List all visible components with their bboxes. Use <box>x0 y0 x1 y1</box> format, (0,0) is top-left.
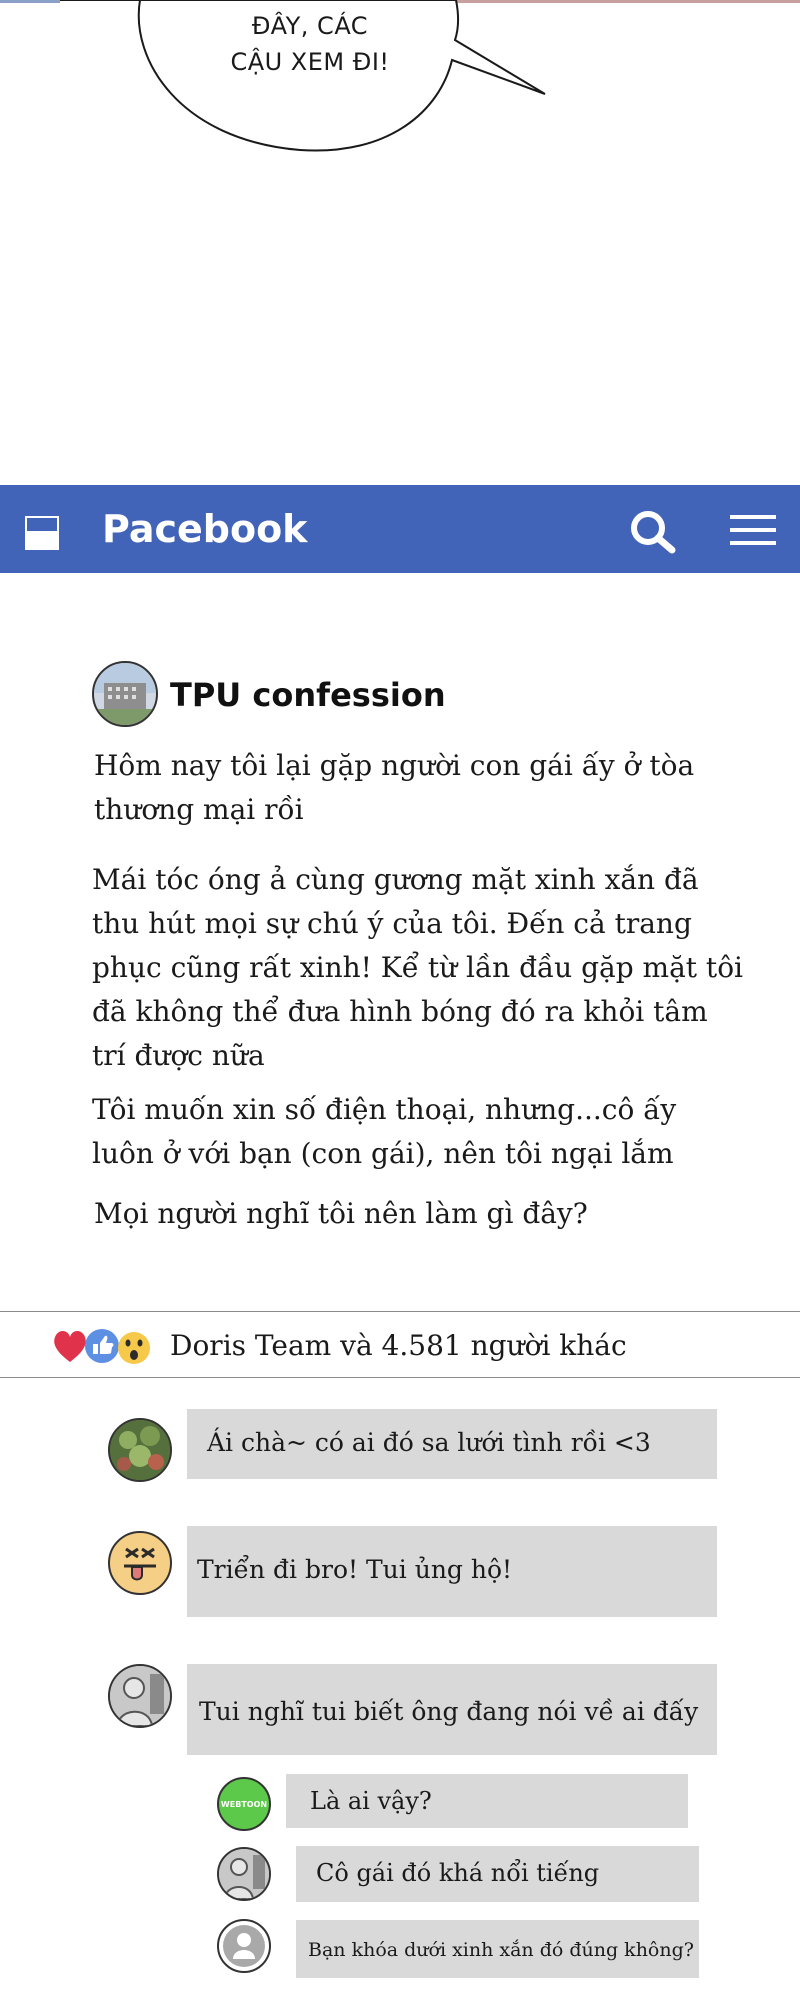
post-line: luôn ở với bạn (con gái), nên tôi ngại l… <box>92 1137 674 1170</box>
webtoon-avatar-icon: WEBTOON <box>221 1800 267 1809</box>
webtoon-avatar-label: WEBTOON <box>221 1800 267 1809</box>
post-paragraph-4: Mọi người nghĩ tôi nên làm gì đây? <box>94 1192 588 1236</box>
comment-avatar-person[interactable] <box>108 1664 172 1728</box>
person-avatar-icon <box>219 1849 269 1899</box>
default-user-icon <box>223 1925 265 1967</box>
reply-avatar-default[interactable] <box>217 1919 271 1973</box>
speech-bubble-text: ĐÂY, CÁC CẬU XEM ĐI! <box>185 8 435 80</box>
comment-avatar-face[interactable] <box>108 1531 172 1595</box>
app-logo-icon[interactable] <box>24 515 60 551</box>
post-line: Tôi muốn xin số điện thoại, nhưng...cô ấ… <box>92 1093 677 1126</box>
post-line: phục cũng rất xinh! Kể từ lần đầu gặp mặ… <box>92 951 743 984</box>
comment-bubble[interactable]: Triển đi bro! Tui ủng hộ! <box>187 1526 717 1617</box>
plant-avatar-icon <box>110 1420 170 1480</box>
post-line: thu hút mọi sự chú ý của tôi. Đến cả tra… <box>92 907 692 940</box>
wow-reaction-icon <box>118 1332 150 1364</box>
post-line: Hôm nay tôi lại gặp người con gái ấy ở t… <box>94 749 695 782</box>
search-icon[interactable] <box>626 507 678 555</box>
comment-avatar-plant[interactable] <box>108 1418 172 1482</box>
reactions-icons[interactable] <box>50 1326 154 1366</box>
person-avatar-icon <box>110 1666 170 1726</box>
reply-bubble[interactable]: Bạn khóa dưới xinh xắn đó đúng không? <box>296 1920 699 1978</box>
post-paragraph-3: Tôi muốn xin số điện thoại, nhưng...cô ấ… <box>92 1088 676 1176</box>
author-avatar[interactable] <box>92 661 158 727</box>
post-paragraph-2: Mái tóc óng ả cùng gương mặt xinh xắn đã… <box>92 858 743 1078</box>
heart-reaction-icon <box>54 1331 86 1362</box>
post-line: đã không thể đưa hình bóng đó ra khỏi tâ… <box>92 995 708 1028</box>
speech-line-1: ĐÂY, CÁC <box>251 12 369 40</box>
app-title: Pacebook <box>102 507 308 551</box>
reply-text: Là ai vậy? <box>310 1787 432 1815</box>
building-icon <box>94 663 156 725</box>
reply-avatar-person[interactable] <box>217 1847 271 1901</box>
reply-avatar-webtoon[interactable]: WEBTOON <box>217 1777 271 1831</box>
post-line: thương mại rồi <box>94 793 304 826</box>
divider <box>0 1377 800 1378</box>
post-author[interactable]: TPU confession <box>170 674 446 716</box>
reply-bubble[interactable]: Là ai vậy? <box>286 1774 688 1828</box>
post-line: trí được nữa <box>92 1039 265 1072</box>
reactions-summary[interactable]: Doris Team và 4.581 người khác <box>170 1326 627 1366</box>
speech-line-2: CẬU XEM ĐI! <box>230 48 390 76</box>
comment-bubble[interactable]: Ái chà~ có ai đó sa lưới tình rồi <3 <box>187 1409 717 1479</box>
comment-text: Ái chà~ có ai đó sa lưới tình rồi <3 <box>207 1428 651 1457</box>
comment-bubble[interactable]: Tui nghĩ tui biết ông đang nói về ai đấy <box>187 1664 717 1755</box>
post-line: Mái tóc óng ả cùng gương mặt xinh xắn đã <box>92 863 699 896</box>
post-line: Mọi người nghĩ tôi nên làm gì đây? <box>94 1197 588 1230</box>
reply-bubble[interactable]: Cô gái đó khá nổi tiếng <box>296 1846 699 1902</box>
tongue-face-icon <box>124 1547 156 1581</box>
divider <box>0 1311 800 1312</box>
app-header: Pacebook <box>0 485 800 573</box>
comment-text: Triển đi bro! Tui ủng hộ! <box>197 1555 513 1584</box>
reply-text: Bạn khóa dưới xinh xắn đó đúng không? <box>308 1939 694 1961</box>
reply-text: Cô gái đó khá nổi tiếng <box>316 1859 600 1887</box>
post-paragraph-1: Hôm nay tôi lại gặp người con gái ấy ở t… <box>94 744 694 832</box>
comment-text: Tui nghĩ tui biết ông đang nói về ai đấy <box>199 1697 699 1726</box>
menu-icon[interactable] <box>728 507 780 555</box>
like-reaction-icon <box>85 1329 119 1363</box>
